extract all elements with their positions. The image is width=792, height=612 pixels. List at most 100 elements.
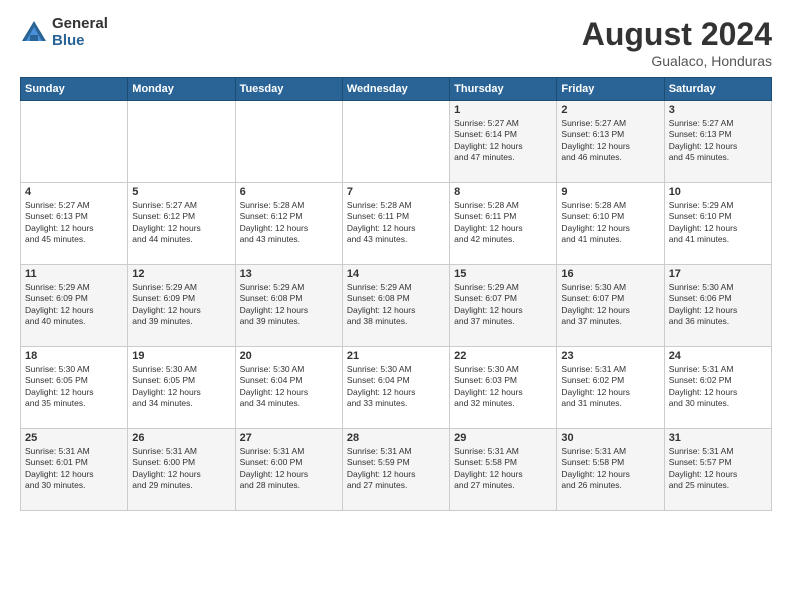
day-number: 2 (561, 104, 659, 116)
day-info: Sunrise: 5:31 AM Sunset: 6:00 PM Dayligh… (132, 446, 230, 492)
title-block: August 2024 Gualaco, Honduras (582, 16, 772, 69)
calendar-cell: 21 Sunrise: 5:30 AM Sunset: 6:04 PM Dayli… (342, 347, 449, 429)
location: Gualaco, Honduras (582, 53, 772, 69)
month-title: August 2024 (582, 16, 772, 53)
day-header-saturday: Saturday (664, 78, 771, 101)
day-number: 3 (669, 104, 767, 116)
calendar-cell: 3 Sunrise: 5:27 AM Sunset: 6:13 PM Daylig… (664, 101, 771, 183)
day-header-tuesday: Tuesday (235, 78, 342, 101)
calendar-cell: 18 Sunrise: 5:30 AM Sunset: 6:05 PM Dayli… (21, 347, 128, 429)
calendar-cell: 28 Sunrise: 5:31 AM Sunset: 5:59 PM Dayli… (342, 429, 449, 511)
day-number: 6 (240, 186, 338, 198)
logo-icon (20, 19, 48, 47)
calendar-cell: 16 Sunrise: 5:30 AM Sunset: 6:07 PM Dayli… (557, 265, 664, 347)
day-info: Sunrise: 5:29 AM Sunset: 6:10 PM Dayligh… (669, 200, 767, 246)
logo: General Blue (20, 16, 108, 49)
day-info: Sunrise: 5:31 AM Sunset: 6:02 PM Dayligh… (669, 364, 767, 410)
day-header-friday: Friday (557, 78, 664, 101)
calendar-cell: 19 Sunrise: 5:30 AM Sunset: 6:05 PM Dayli… (128, 347, 235, 429)
calendar-cell: 10Sunrise: 5:29 AM Sunset: 6:10 PM Dayli… (664, 183, 771, 265)
calendar-cell: 22Sunrise: 5:30 AM Sunset: 6:03 PM Dayli… (450, 347, 557, 429)
week-row-4: 18 Sunrise: 5:30 AM Sunset: 6:05 PM Dayli… (21, 347, 772, 429)
calendar-cell: 11Sunrise: 5:29 AM Sunset: 6:09 PM Dayli… (21, 265, 128, 347)
calendar-cell: 6 Sunrise: 5:28 AM Sunset: 6:12 PM Daylig… (235, 183, 342, 265)
day-info: Sunrise: 5:30 AM Sunset: 6:04 PM Dayligh… (240, 364, 338, 410)
day-info: Sunrise: 5:29 AM Sunset: 6:07 PM Dayligh… (454, 282, 552, 328)
calendar-cell: 20Sunrise: 5:30 AM Sunset: 6:04 PM Dayli… (235, 347, 342, 429)
calendar-cell: 31Sunrise: 5:31 AM Sunset: 5:57 PM Dayli… (664, 429, 771, 511)
calendar-cell: 15 Sunrise: 5:29 AM Sunset: 6:07 PM Dayli… (450, 265, 557, 347)
calendar-cell (128, 101, 235, 183)
calendar-cell: 1 Sunrise: 5:27 AM Sunset: 6:14 PM Daylig… (450, 101, 557, 183)
day-number: 1 (454, 104, 552, 116)
day-number: 25 (25, 432, 123, 444)
day-info: Sunrise: 5:31 AM Sunset: 5:58 PM Dayligh… (454, 446, 552, 492)
page: General Blue August 2024 Gualaco, Hondur… (0, 0, 792, 612)
day-number: 5 (132, 186, 230, 198)
day-info: Sunrise: 5:31 AM Sunset: 6:02 PM Dayligh… (561, 364, 659, 410)
week-row-1: 1 Sunrise: 5:27 AM Sunset: 6:14 PM Daylig… (21, 101, 772, 183)
calendar-cell: 26 Sunrise: 5:31 AM Sunset: 6:00 PM Dayli… (128, 429, 235, 511)
day-info: Sunrise: 5:30 AM Sunset: 6:05 PM Dayligh… (132, 364, 230, 410)
day-header-sunday: Sunday (21, 78, 128, 101)
day-info: Sunrise: 5:30 AM Sunset: 6:06 PM Dayligh… (669, 282, 767, 328)
logo-text: General Blue (52, 16, 108, 49)
calendar-cell: 30 Sunrise: 5:31 AM Sunset: 5:58 PM Dayli… (557, 429, 664, 511)
day-number: 27 (240, 432, 338, 444)
day-info: Sunrise: 5:29 AM Sunset: 6:08 PM Dayligh… (347, 282, 445, 328)
calendar-cell: 24 Sunrise: 5:31 AM Sunset: 6:02 PM Dayli… (664, 347, 771, 429)
day-info: Sunrise: 5:27 AM Sunset: 6:14 PM Dayligh… (454, 118, 552, 164)
calendar-cell: 9 Sunrise: 5:28 AM Sunset: 6:10 PM Daylig… (557, 183, 664, 265)
day-info: Sunrise: 5:27 AM Sunset: 6:13 PM Dayligh… (669, 118, 767, 164)
day-info: Sunrise: 5:28 AM Sunset: 6:11 PM Dayligh… (454, 200, 552, 246)
calendar-cell: 25 Sunrise: 5:31 AM Sunset: 6:01 PM Dayli… (21, 429, 128, 511)
day-number: 17 (669, 268, 767, 280)
day-number: 15 (454, 268, 552, 280)
day-number: 14 (347, 268, 445, 280)
logo-blue-text: Blue (52, 33, 108, 50)
week-row-2: 4Sunrise: 5:27 AM Sunset: 6:13 PM Daylig… (21, 183, 772, 265)
day-header-wednesday: Wednesday (342, 78, 449, 101)
day-header-thursday: Thursday (450, 78, 557, 101)
calendar-cell: 29 Sunrise: 5:31 AM Sunset: 5:58 PM Dayli… (450, 429, 557, 511)
day-header-monday: Monday (128, 78, 235, 101)
day-number: 13 (240, 268, 338, 280)
week-row-3: 11Sunrise: 5:29 AM Sunset: 6:09 PM Dayli… (21, 265, 772, 347)
day-number: 18 (25, 350, 123, 362)
calendar-cell: 7 Sunrise: 5:28 AM Sunset: 6:11 PM Daylig… (342, 183, 449, 265)
day-info: Sunrise: 5:31 AM Sunset: 6:00 PM Dayligh… (240, 446, 338, 492)
day-info: Sunrise: 5:29 AM Sunset: 6:09 PM Dayligh… (25, 282, 123, 328)
day-info: Sunrise: 5:30 AM Sunset: 6:07 PM Dayligh… (561, 282, 659, 328)
day-info: Sunrise: 5:30 AM Sunset: 6:05 PM Dayligh… (25, 364, 123, 410)
calendar: SundayMondayTuesdayWednesdayThursdayFrid… (20, 77, 772, 511)
calendar-cell: 13 Sunrise: 5:29 AM Sunset: 6:08 PM Dayli… (235, 265, 342, 347)
day-number: 7 (347, 186, 445, 198)
day-number: 21 (347, 350, 445, 362)
day-number: 16 (561, 268, 659, 280)
day-number: 30 (561, 432, 659, 444)
day-info: Sunrise: 5:28 AM Sunset: 6:11 PM Dayligh… (347, 200, 445, 246)
calendar-cell: 23 Sunrise: 5:31 AM Sunset: 6:02 PM Dayli… (557, 347, 664, 429)
day-number: 29 (454, 432, 552, 444)
calendar-cell: 8Sunrise: 5:28 AM Sunset: 6:11 PM Daylig… (450, 183, 557, 265)
day-info: Sunrise: 5:28 AM Sunset: 6:10 PM Dayligh… (561, 200, 659, 246)
day-number: 26 (132, 432, 230, 444)
day-number: 24 (669, 350, 767, 362)
day-number: 19 (132, 350, 230, 362)
logo-general-text: General (52, 16, 108, 33)
day-number: 9 (561, 186, 659, 198)
day-info: Sunrise: 5:29 AM Sunset: 6:08 PM Dayligh… (240, 282, 338, 328)
day-info: Sunrise: 5:30 AM Sunset: 6:04 PM Dayligh… (347, 364, 445, 410)
day-info: Sunrise: 5:31 AM Sunset: 5:58 PM Dayligh… (561, 446, 659, 492)
calendar-cell: 17 Sunrise: 5:30 AM Sunset: 6:06 PM Dayli… (664, 265, 771, 347)
calendar-cell: 4Sunrise: 5:27 AM Sunset: 6:13 PM Daylig… (21, 183, 128, 265)
day-info: Sunrise: 5:31 AM Sunset: 5:59 PM Dayligh… (347, 446, 445, 492)
day-info: Sunrise: 5:31 AM Sunset: 6:01 PM Dayligh… (25, 446, 123, 492)
day-number: 28 (347, 432, 445, 444)
calendar-header-row: SundayMondayTuesdayWednesdayThursdayFrid… (21, 78, 772, 101)
week-row-5: 25 Sunrise: 5:31 AM Sunset: 6:01 PM Dayli… (21, 429, 772, 511)
day-info: Sunrise: 5:28 AM Sunset: 6:12 PM Dayligh… (240, 200, 338, 246)
calendar-cell: 5Sunrise: 5:27 AM Sunset: 6:12 PM Daylig… (128, 183, 235, 265)
day-number: 12 (132, 268, 230, 280)
day-number: 23 (561, 350, 659, 362)
